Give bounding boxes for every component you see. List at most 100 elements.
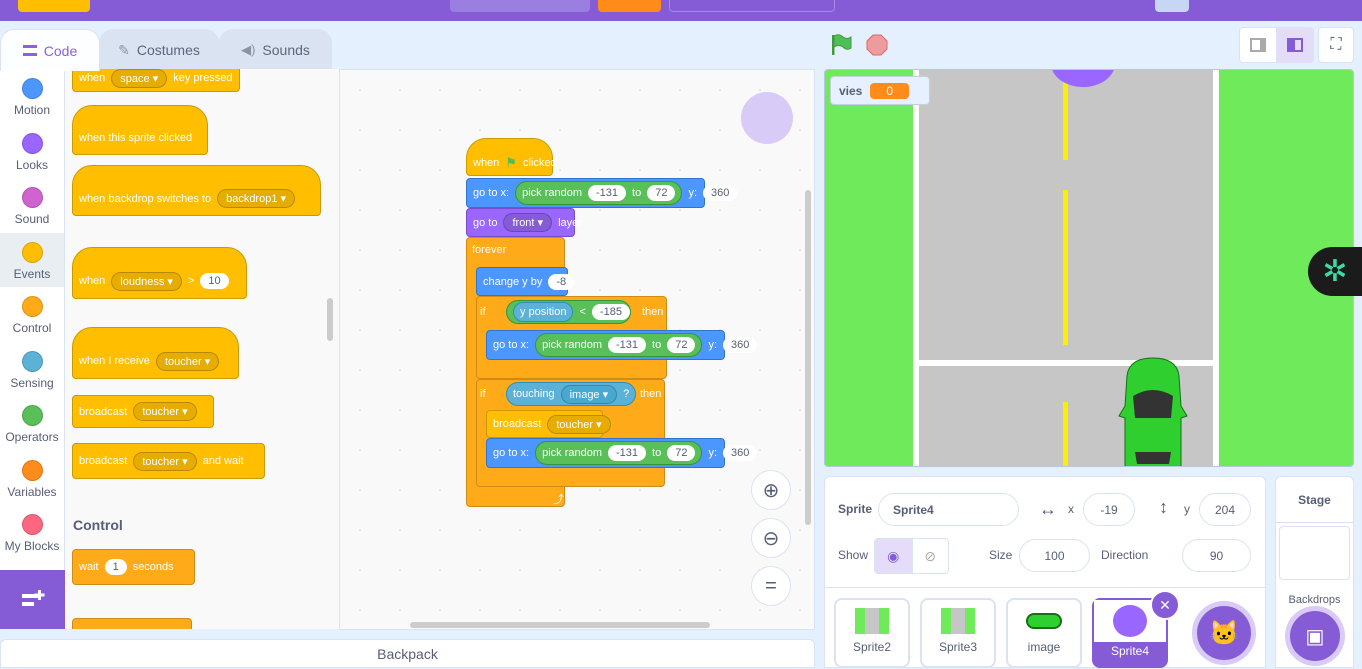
layer-dropdown[interactable]: front ▾ <box>503 213 553 232</box>
loudness-value-input[interactable]: 10 <box>200 273 229 289</box>
zoom-out-button[interactable]: ⊖ <box>751 518 791 558</box>
block-less-than[interactable]: y position < -185 <box>506 300 631 324</box>
category-operators[interactable]: Operators <box>0 396 64 450</box>
random-to-input[interactable]: 72 <box>647 185 676 201</box>
category-sensing[interactable]: Sensing <box>0 342 64 396</box>
block-when-flag-clicked[interactable]: when ⚑ clicked <box>466 138 557 176</box>
small-stage-button[interactable] <box>1240 28 1277 62</box>
block-repeat[interactable] <box>72 618 192 629</box>
category-looks[interactable]: Looks <box>0 124 64 178</box>
zoom-reset-icon: = <box>765 574 777 597</box>
choose-backdrop-button[interactable]: ▣ <box>1290 611 1340 661</box>
block-touching[interactable]: touching image ▾ ? <box>506 382 636 406</box>
block-wait-seconds[interactable]: wait 1 seconds <box>72 549 195 585</box>
zoom-in-button[interactable]: ⊕ <box>751 470 791 510</box>
see-project-page-button[interactable] <box>669 0 835 12</box>
block-pick-random[interactable]: pick random -131 to 72 <box>515 181 683 205</box>
y-position-input[interactable]: 204 <box>1199 493 1251 526</box>
message-dropdown[interactable]: toucher ▾ <box>547 414 611 434</box>
block-go-to-xy[interactable]: go to x: pick random -131 to 72 y: 360 <box>486 438 758 468</box>
block-go-to-xy[interactable]: go to x: pick random -131 to 72 y: 360 <box>486 330 758 360</box>
backdrops-label: Backdrops <box>1288 594 1341 606</box>
block-when-loudness[interactable]: when loudness ▾ > 10 <box>72 247 247 299</box>
random-from-input[interactable]: -131 <box>608 337 647 353</box>
scratch-logo[interactable] <box>18 0 90 12</box>
block-text: then <box>640 388 662 400</box>
tab-code[interactable]: Code <box>0 29 100 71</box>
key-dropdown[interactable]: space ▾ <box>111 69 168 88</box>
touching-dropdown[interactable]: image ▾ <box>560 384 618 404</box>
project-title-field[interactable] <box>450 0 590 12</box>
zoom-reset-button[interactable]: = <box>751 566 791 606</box>
block-go-to-xy[interactable]: go to x: pick random -131 to 72 y: 360 <box>466 178 738 208</box>
compare-value-input[interactable]: -185 <box>591 304 630 320</box>
block-go-to-layer[interactable]: go to front ▾ layer <box>466 208 582 237</box>
block-when-sprite-clicked[interactable]: when this sprite clicked <box>72 105 208 155</box>
sprite-name-input[interactable]: Sprite4 <box>878 493 1019 526</box>
block-broadcast-and-wait[interactable]: broadcast toucher ▾ and wait <box>72 443 265 479</box>
category-motion[interactable]: Motion <box>0 69 64 123</box>
fullscreen-button[interactable]: ⛶ <box>1318 27 1354 63</box>
variable-name: vies <box>839 83 863 98</box>
assistant-button[interactable]: ✲ <box>1308 247 1362 296</box>
dropdown-value: toucher <box>164 355 202 368</box>
variable-monitor[interactable]: vies 0 <box>830 76 930 105</box>
normal-stage-button[interactable] <box>1276 28 1313 62</box>
block-pick-random[interactable]: pick random -131 to 72 <box>535 333 703 357</box>
choose-sprite-button[interactable]: 🐱 <box>1197 606 1251 660</box>
y-input[interactable]: 360 <box>723 337 758 353</box>
hide-sprite-button[interactable]: ⊘ <box>911 539 949 573</box>
category-control[interactable]: Control <box>0 287 64 341</box>
add-extension-button[interactable] <box>0 570 65 629</box>
share-button[interactable] <box>598 0 661 12</box>
sprite-tile-image[interactable]: image <box>1006 598 1082 668</box>
palette-scrollbar[interactable] <box>327 298 333 341</box>
direction-label: Direction <box>1101 548 1149 562</box>
backpack[interactable]: Backpack <box>0 639 815 668</box>
show-sprite-button[interactable]: ◉ <box>875 539 912 573</box>
random-from-input[interactable]: -131 <box>588 185 627 201</box>
x-position-input[interactable]: -19 <box>1083 493 1135 526</box>
block-broadcast[interactable]: broadcast toucher ▾ <box>486 410 611 438</box>
random-to-input[interactable]: 72 <box>667 445 696 461</box>
stage-canvas[interactable]: vies 0 <box>824 69 1354 467</box>
sprite-tile-sprite2[interactable]: Sprite2 <box>834 598 910 668</box>
y-input[interactable]: 360 <box>703 185 738 201</box>
random-from-input[interactable]: -131 <box>608 445 647 461</box>
message-dropdown[interactable]: toucher ▾ <box>133 451 197 471</box>
random-to-input[interactable]: 72 <box>667 337 696 353</box>
workspace-vertical-scrollbar[interactable] <box>805 190 811 525</box>
block-when-key-pressed[interactable]: when space ▾ key pressed <box>72 69 240 92</box>
avatar[interactable] <box>1155 0 1189 12</box>
stop-button[interactable] <box>866 34 888 56</box>
green-flag-button[interactable] <box>829 33 853 57</box>
block-when-i-receive[interactable]: when I receive toucher ▾ <box>72 327 239 379</box>
block-pick-random[interactable]: pick random -131 to 72 <box>535 441 703 465</box>
stop-icon <box>866 34 888 56</box>
change-y-input[interactable]: -8 <box>548 273 575 290</box>
wait-seconds-input[interactable]: 1 <box>104 559 127 575</box>
category-variables[interactable]: Variables <box>0 451 64 505</box>
category-label: Variables <box>7 485 57 499</box>
size-input[interactable]: 100 <box>1019 539 1090 572</box>
sensor-dropdown[interactable]: loudness ▾ <box>111 271 182 291</box>
tab-costumes[interactable]: ✎ Costumes <box>99 29 219 70</box>
block-when-backdrop-switches[interactable]: when backdrop switches to backdrop1 ▾ <box>72 165 321 216</box>
block-change-y[interactable]: change y by -8 <box>476 267 575 296</box>
delete-sprite-button[interactable]: ✕ <box>1150 590 1180 620</box>
category-sound[interactable]: Sound <box>0 178 64 232</box>
sprite-tile-sprite3[interactable]: Sprite3 <box>920 598 996 668</box>
workspace-horizontal-scrollbar[interactable] <box>410 622 710 628</box>
block-broadcast[interactable]: broadcast toucher ▾ <box>72 395 214 428</box>
tab-sounds[interactable]: ◀) Sounds <box>219 29 332 70</box>
script-workspace[interactable]: when ⚑ clicked go to x: pick random -131… <box>340 69 815 630</box>
direction-input[interactable]: 90 <box>1182 539 1251 572</box>
show-label: Show <box>838 548 869 562</box>
backdrop-dropdown[interactable]: backdrop1 ▾ <box>217 189 296 208</box>
category-my-blocks[interactable]: My Blocks <box>0 505 64 559</box>
block-y-position[interactable]: y position <box>513 302 574 322</box>
category-events[interactable]: Events <box>0 233 64 287</box>
message-dropdown[interactable]: toucher ▾ <box>155 351 220 371</box>
y-input[interactable]: 360 <box>723 445 758 461</box>
message-dropdown[interactable]: toucher ▾ <box>133 402 197 421</box>
